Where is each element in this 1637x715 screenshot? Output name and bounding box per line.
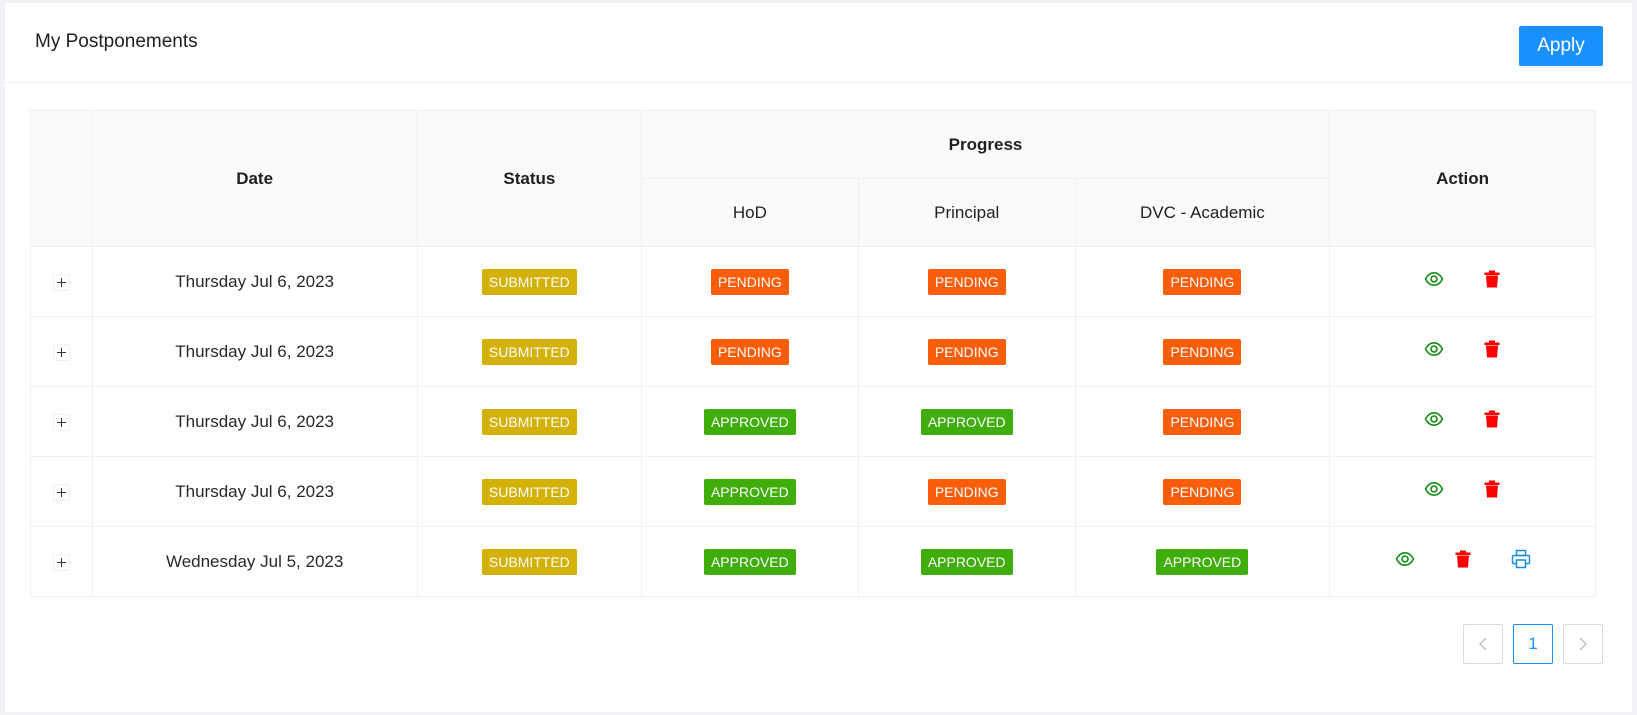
principal-cell: APPROVED [857, 526, 1076, 597]
table-row: Wednesday Jul 5, 2023 SUBMITTED APPROVED… [30, 526, 1596, 597]
column-header-status: Status [416, 110, 642, 247]
expand-cell [30, 316, 93, 387]
hod-status-badge: PENDING [710, 268, 789, 295]
table-row: Thursday Jul 6, 2023 SUBMITTED PENDING P… [30, 246, 1596, 317]
hod-cell: PENDING [640, 246, 859, 317]
eye-icon[interactable] [1424, 269, 1444, 289]
column-header-dvc: DVC - Academic [1074, 178, 1331, 247]
principal-status-badge: PENDING [927, 268, 1006, 295]
status-badge: SUBMITTED [481, 268, 577, 295]
status-cell: SUBMITTED [416, 456, 642, 527]
status-badge: SUBMITTED [481, 408, 577, 435]
dvc-cell: APPROVED [1074, 526, 1331, 597]
expand-row-button[interactable] [52, 273, 70, 291]
dvc-status-badge: PENDING [1163, 478, 1242, 505]
status-badge: SUBMITTED [481, 548, 577, 575]
pagination-next-button[interactable] [1563, 624, 1603, 664]
row-actions [1424, 339, 1502, 359]
dvc-status-badge: APPROVED [1156, 548, 1249, 575]
trash-icon[interactable] [1482, 269, 1502, 289]
expand-row-button[interactable] [52, 553, 70, 571]
date-cell: Thursday Jul 6, 2023 [91, 316, 418, 387]
hod-cell: APPROVED [640, 386, 859, 457]
card-header: My Postponements Apply [5, 3, 1632, 83]
chevron-right-icon [1579, 637, 1587, 651]
row-actions [1424, 409, 1502, 429]
date-cell: Wednesday Jul 5, 2023 [91, 526, 418, 597]
expand-cell [30, 246, 93, 317]
expand-row-button[interactable] [52, 483, 70, 501]
column-header-hod: HoD [640, 178, 859, 247]
dvc-cell: PENDING [1074, 456, 1331, 527]
expand-row-button[interactable] [52, 413, 70, 431]
row-actions [1424, 479, 1502, 499]
principal-cell: PENDING [857, 246, 1076, 317]
principal-status-badge: APPROVED [920, 548, 1013, 575]
postponements-table: Date Status Progress Action HoD Principa… [30, 110, 1596, 597]
dvc-status-badge: PENDING [1163, 338, 1242, 365]
hod-cell: PENDING [640, 316, 859, 387]
expand-column-header [30, 110, 93, 247]
column-header-date: Date [91, 110, 418, 247]
eye-icon[interactable] [1395, 549, 1415, 569]
status-badge: SUBMITTED [481, 478, 577, 505]
date-cell: Thursday Jul 6, 2023 [91, 386, 418, 457]
status-cell: SUBMITTED [416, 316, 642, 387]
dvc-cell: PENDING [1074, 316, 1331, 387]
dvc-cell: PENDING [1074, 246, 1331, 317]
principal-cell: PENDING [857, 316, 1076, 387]
principal-status-badge: PENDING [927, 478, 1006, 505]
row-actions [1424, 269, 1502, 289]
printer-icon[interactable] [1511, 549, 1531, 569]
column-header-action: Action [1329, 110, 1596, 247]
trash-icon[interactable] [1453, 549, 1473, 569]
chevron-left-icon [1479, 637, 1487, 651]
action-cell [1329, 316, 1596, 387]
table-row: Thursday Jul 6, 2023 SUBMITTED PENDING P… [30, 316, 1596, 387]
eye-icon[interactable] [1424, 339, 1444, 359]
principal-cell: APPROVED [857, 386, 1076, 457]
status-cell: SUBMITTED [416, 246, 642, 317]
dvc-cell: PENDING [1074, 386, 1331, 457]
trash-icon[interactable] [1482, 479, 1502, 499]
date-cell: Thursday Jul 6, 2023 [91, 456, 418, 527]
hod-cell: APPROVED [640, 456, 859, 527]
table-row: Thursday Jul 6, 2023 SUBMITTED APPROVED … [30, 386, 1596, 457]
hod-cell: APPROVED [640, 526, 859, 597]
status-cell: SUBMITTED [416, 526, 642, 597]
hod-status-badge: APPROVED [703, 548, 796, 575]
expand-cell [30, 386, 93, 457]
action-cell [1329, 526, 1596, 597]
table-row: Thursday Jul 6, 2023 SUBMITTED APPROVED … [30, 456, 1596, 527]
row-actions [1395, 549, 1531, 569]
action-cell [1329, 386, 1596, 457]
expand-cell [30, 526, 93, 597]
trash-icon[interactable] [1482, 409, 1502, 429]
principal-cell: PENDING [857, 456, 1076, 527]
dvc-status-badge: PENDING [1163, 408, 1242, 435]
dvc-status-badge: PENDING [1163, 268, 1242, 295]
status-cell: SUBMITTED [416, 386, 642, 457]
principal-status-badge: PENDING [927, 338, 1006, 365]
principal-status-badge: APPROVED [920, 408, 1013, 435]
page-title: My Postponements [35, 31, 198, 52]
column-header-principal: Principal [857, 178, 1076, 247]
pagination-prev-button[interactable] [1463, 624, 1503, 664]
hod-status-badge: APPROVED [703, 408, 796, 435]
expand-row-button[interactable] [52, 343, 70, 361]
hod-status-badge: APPROVED [703, 478, 796, 505]
action-cell [1329, 456, 1596, 527]
pagination: 1 [1463, 624, 1603, 664]
status-badge: SUBMITTED [481, 338, 577, 365]
hod-status-badge: PENDING [710, 338, 789, 365]
date-cell: Thursday Jul 6, 2023 [91, 246, 418, 317]
eye-icon[interactable] [1424, 409, 1444, 429]
pagination-page-1[interactable]: 1 [1513, 624, 1553, 664]
eye-icon[interactable] [1424, 479, 1444, 499]
action-cell [1329, 246, 1596, 317]
column-header-progress: Progress [640, 110, 1331, 179]
expand-cell [30, 456, 93, 527]
apply-button[interactable]: Apply [1519, 26, 1603, 66]
trash-icon[interactable] [1482, 339, 1502, 359]
